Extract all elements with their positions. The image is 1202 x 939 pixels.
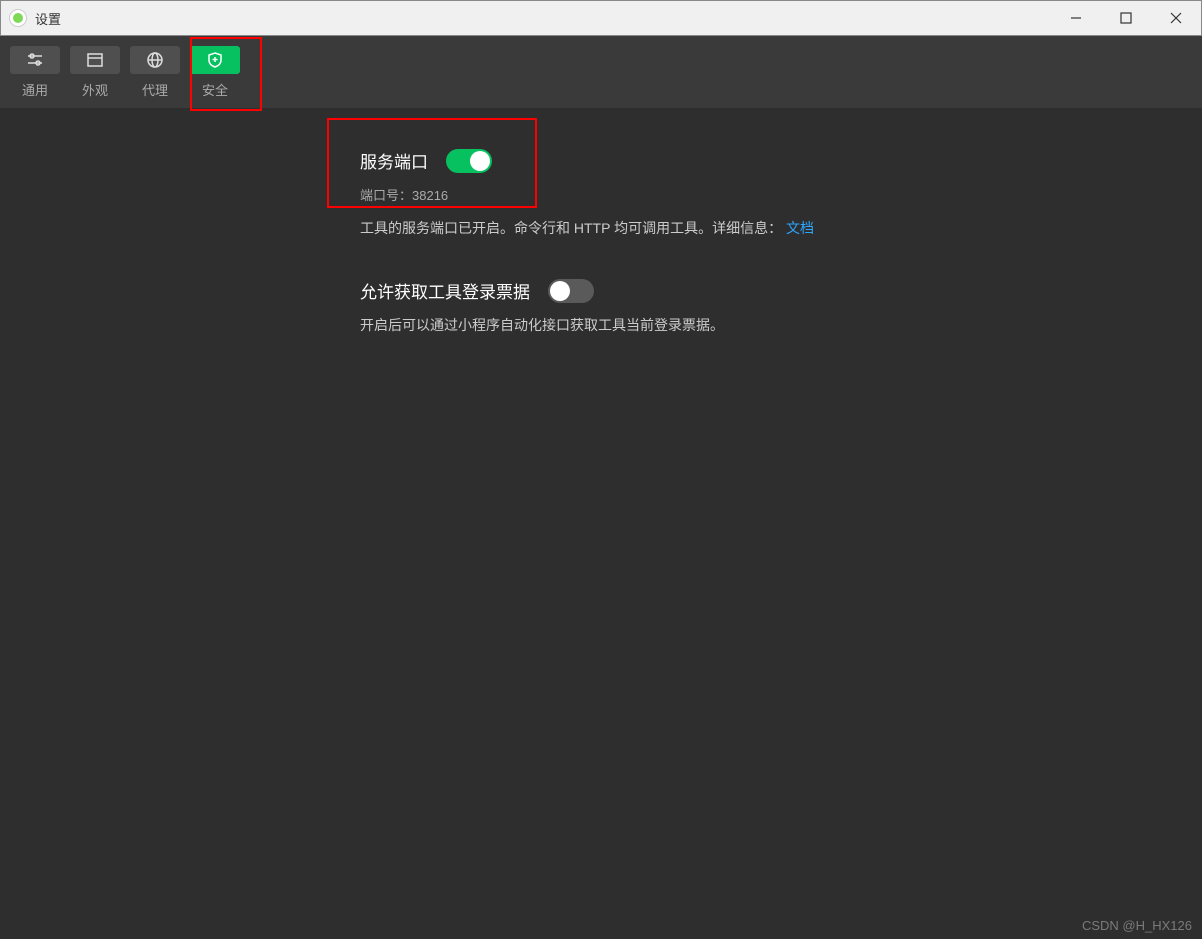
maximize-button[interactable] [1101,1,1151,35]
port-number: 端口号：38216 [360,185,842,204]
titlebar: 设置 [0,0,1202,36]
watermark: CSDN @H_HX126 [1082,918,1192,933]
app-icon [9,9,27,27]
tab-label: 外观 [82,80,108,99]
port-value: 38216 [412,188,448,203]
globe-icon [130,46,180,74]
settings-toolbar: 通用 外观 代理 安全 [0,36,1202,108]
desc-prefix: 工具的服务端口已开启。命令行和 HTTP 均可调用工具。详细信息： [360,220,782,236]
tab-label: 通用 [22,80,48,99]
ticket-row: 允许获取工具登录票据 [360,278,842,303]
service-port-title: 服务端口 [360,148,428,173]
appearance-icon [70,46,120,74]
close-button[interactable] [1151,1,1201,35]
ticket-toggle[interactable] [548,279,594,303]
ticket-description: 开启后可以通过小程序自动化接口获取工具当前登录票据。 [360,315,842,335]
service-port-description: 工具的服务端口已开启。命令行和 HTTP 均可调用工具。详细信息： 文档 [360,218,842,238]
tab-proxy[interactable]: 代理 [130,46,180,99]
tab-label: 安全 [202,80,228,99]
tab-security[interactable]: 安全 [190,46,240,99]
shield-icon [190,46,240,74]
docs-link[interactable]: 文档 [786,220,814,236]
tab-general[interactable]: 通用 [10,46,60,99]
minimize-button[interactable] [1051,1,1101,35]
tab-appearance[interactable]: 外观 [70,46,120,99]
ticket-title: 允许获取工具登录票据 [360,278,530,303]
security-panel: 服务端口 端口号：38216 工具的服务端口已开启。命令行和 HTTP 均可调用… [0,108,1202,415]
window-controls [1051,1,1201,35]
port-label: 端口号： [360,188,412,203]
service-port-row: 服务端口 [360,148,842,173]
window-title: 设置 [35,9,61,28]
sliders-icon [10,46,60,74]
service-port-toggle[interactable] [446,149,492,173]
tab-label: 代理 [142,80,168,99]
